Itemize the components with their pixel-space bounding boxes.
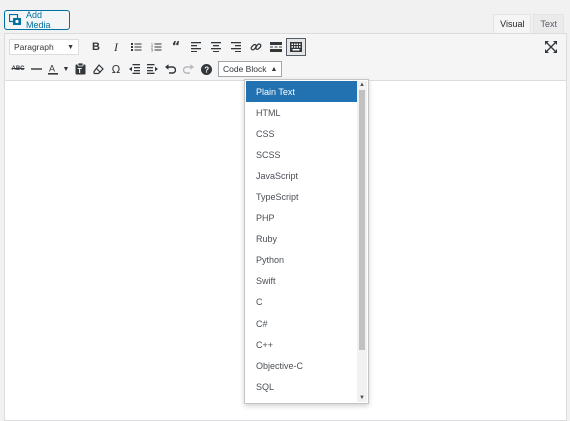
media-icon <box>9 14 22 26</box>
fullscreen-icon[interactable] <box>545 41 557 53</box>
toolbar-toggle-button[interactable] <box>286 38 306 56</box>
language-options: Plain Text HTML CSS SCSS JavaScript TypeScrip… <box>246 81 358 397</box>
language-option[interactable]: PHP <box>246 208 358 229</box>
align-left-button[interactable] <box>186 38 206 56</box>
language-option[interactable]: Swift <box>246 271 358 292</box>
blockquote-icon: “ <box>171 39 181 55</box>
undo-icon <box>164 64 176 74</box>
align-left-icon <box>190 42 201 52</box>
toolbar-row-1: Paragraph ▼ B I 1 2 3 “ <box>9 38 306 56</box>
language-option[interactable]: SCSS <box>246 144 358 165</box>
bold-button[interactable]: B <box>86 38 106 56</box>
scrollbar-thumb[interactable] <box>359 90 365 350</box>
redo-button[interactable] <box>179 60 197 78</box>
language-option[interactable]: C# <box>246 313 358 334</box>
code-block-button[interactable]: Code Block ▲ <box>218 61 283 77</box>
bulleted-list-button[interactable] <box>126 38 146 56</box>
text-color-button[interactable]: A <box>45 60 61 78</box>
language-option[interactable]: Ruby <box>246 229 358 250</box>
blockquote-button[interactable]: “ <box>166 38 186 56</box>
toolbar-row-2: ABC A ▼ T Ω ? Code Block ▲ <box>9 59 283 79</box>
scroll-up-arrow-icon[interactable]: ▲ <box>357 81 367 89</box>
bulleted-list-icon <box>130 43 141 51</box>
strikethrough-icon: ABC <box>11 66 25 72</box>
clear-formatting-icon <box>92 63 104 74</box>
language-option[interactable]: JavaScript <box>246 165 358 186</box>
chevron-up-icon: ▲ <box>270 65 278 73</box>
link-icon <box>250 43 262 51</box>
scroll-down-arrow-icon[interactable]: ▼ <box>357 394 367 402</box>
numbered-list-button[interactable]: 1 2 3 <box>146 38 166 56</box>
align-right-icon <box>230 42 241 52</box>
indent-button[interactable] <box>143 60 161 78</box>
read-more-icon <box>270 42 282 52</box>
special-character-icon: Ω <box>111 62 121 76</box>
italic-button[interactable]: I <box>106 38 126 56</box>
language-option[interactable]: C <box>246 292 358 313</box>
redo-icon <box>182 64 194 74</box>
code-block-language-menu: Plain Text HTML CSS SCSS JavaScript TypeScrip… <box>244 79 369 404</box>
outdent-button[interactable] <box>125 60 143 78</box>
language-option[interactable]: TypeScript <box>246 186 358 207</box>
format-select[interactable]: Paragraph ▼ <box>9 39 79 55</box>
insert-link-button[interactable] <box>246 38 266 56</box>
chevron-down-icon: ▼ <box>62 65 70 73</box>
language-option[interactable]: Python <box>246 250 358 271</box>
undo-button[interactable] <box>161 60 179 78</box>
svg-text:?: ? <box>204 65 209 74</box>
add-media-label: Add Media <box>26 10 51 30</box>
svg-text:3: 3 <box>151 49 153 53</box>
text-color-dropdown[interactable]: ▼ <box>61 60 71 78</box>
code-block-label: Code Block <box>223 64 267 74</box>
insert-read-more-button[interactable] <box>266 38 286 56</box>
indent-icon <box>146 64 158 74</box>
svg-text:A: A <box>49 64 55 74</box>
align-center-button[interactable] <box>206 38 226 56</box>
language-option[interactable]: Objective-C <box>246 355 358 376</box>
toolbar-toggle-icon <box>290 42 302 52</box>
text-color-icon: A <box>48 64 58 75</box>
editor-tabs: Visual Text <box>493 14 564 33</box>
align-right-button[interactable] <box>226 38 246 56</box>
outdent-icon <box>128 64 140 74</box>
svg-text:T: T <box>77 68 82 75</box>
language-option[interactable]: C++ <box>246 334 358 355</box>
clear-formatting-button[interactable] <box>89 60 107 78</box>
editor-toolbar: Paragraph ▼ B I 1 2 3 “ ABC A ▼ T Ω ? Co… <box>5 34 566 81</box>
tab-visual[interactable]: Visual <box>493 14 532 33</box>
chevron-down-icon: ▼ <box>67 43 74 51</box>
language-option[interactable]: CSS <box>246 123 358 144</box>
numbered-list-icon: 1 2 3 <box>151 43 161 53</box>
special-character-button[interactable]: Ω <box>107 60 125 78</box>
italic-icon: I <box>114 39 118 54</box>
tab-text[interactable]: Text <box>533 14 564 33</box>
strikethrough-button[interactable]: ABC <box>9 60 27 78</box>
language-option[interactable]: SQL <box>246 376 358 397</box>
horizontal-line-icon <box>30 68 42 70</box>
align-center-icon <box>210 42 221 52</box>
help-button[interactable]: ? <box>197 60 215 78</box>
add-media-button[interactable]: Add Media <box>4 10 70 30</box>
format-select-value: Paragraph <box>14 42 54 52</box>
bold-icon: B <box>92 41 100 53</box>
language-option[interactable]: HTML <box>246 102 358 123</box>
language-option[interactable]: Plain Text <box>246 81 358 103</box>
help-icon: ? <box>200 63 212 75</box>
horizontal-line-button[interactable] <box>27 60 45 78</box>
paste-as-text-button[interactable]: T <box>71 60 89 78</box>
dropdown-scrollbar[interactable]: ▲ ▼ <box>357 81 367 402</box>
paste-as-text-icon: T <box>75 63 85 75</box>
